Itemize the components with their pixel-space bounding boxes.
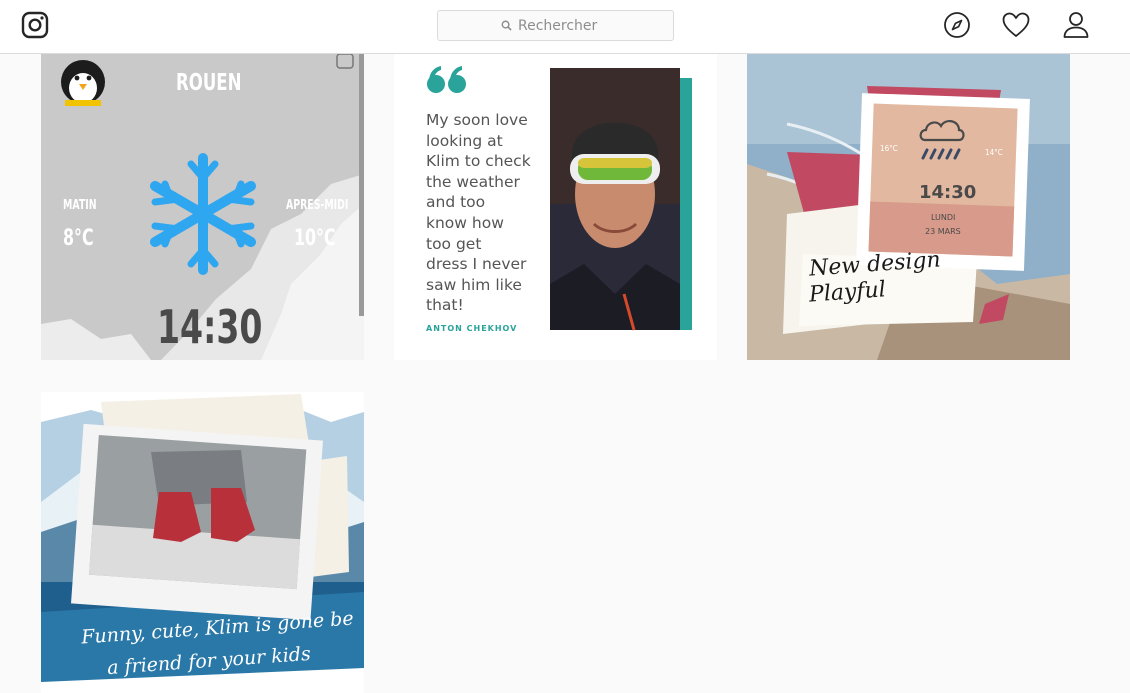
- weather-time: 14:30: [157, 300, 263, 354]
- morning-temperature: 8°C: [63, 226, 94, 251]
- rain-cloud-icon: [919, 120, 965, 160]
- quote-author: ANTON CHEKHOV: [426, 324, 518, 333]
- search-icon: [501, 20, 512, 31]
- temperature-left: 16°C: [880, 144, 898, 153]
- post-tile-quote[interactable]: My soon love looking at Klim to check th…: [394, 54, 717, 360]
- quote-text: My soon love looking at Klim to check th…: [426, 110, 576, 316]
- quote-line: too get: [426, 234, 482, 253]
- quote-line: dress I never: [426, 255, 527, 274]
- instagram-logo-icon[interactable]: [21, 11, 49, 39]
- quote-line: that!: [426, 296, 464, 315]
- afternoon-label: APRES-MIDI: [286, 198, 349, 213]
- quote-line: the weather: [426, 172, 520, 191]
- quote-line: saw him like: [426, 275, 522, 294]
- temperature-right: 14°C: [985, 148, 1003, 157]
- heart-icon[interactable]: [1001, 10, 1031, 40]
- quote-line: Klim to check: [426, 152, 531, 171]
- quote-line: and too: [426, 193, 486, 212]
- caption-line: Playful: [808, 277, 887, 308]
- quote-mark-icon: [427, 66, 466, 93]
- afternoon-temperature: 10°C: [294, 226, 336, 251]
- beach-background-image: [747, 54, 1070, 360]
- search-box[interactable]: [437, 10, 674, 41]
- user-icon[interactable]: [1061, 10, 1091, 40]
- quote-line: My soon love: [426, 111, 528, 129]
- compass-icon[interactable]: [942, 10, 972, 40]
- snowflake-icon: [150, 153, 256, 275]
- quote-line: looking at: [426, 131, 503, 150]
- post-tile-snow-boots[interactable]: Funny, cute, Klim is gone be a friend fo…: [41, 392, 364, 693]
- top-navigation-bar: [0, 0, 1130, 54]
- search-input[interactable]: [518, 17, 610, 34]
- weather-day: LUNDI: [931, 213, 956, 222]
- post-tile-weather-rouen[interactable]: ROUEN MATIN APRES-MIDI 8°C 10°C 14:30: [41, 54, 364, 360]
- post-tile-new-design[interactable]: 16°C 14°C 14:30 LUNDI 23 MARS New design…: [747, 54, 1070, 360]
- weather-date: 23 MARS: [925, 227, 961, 236]
- morning-label: MATIN: [63, 198, 97, 213]
- penguin-logo-icon: [61, 60, 105, 106]
- quote-line: know how: [426, 213, 504, 232]
- weather-time: 14:30: [919, 182, 977, 203]
- city-name: ROUEN: [176, 70, 242, 96]
